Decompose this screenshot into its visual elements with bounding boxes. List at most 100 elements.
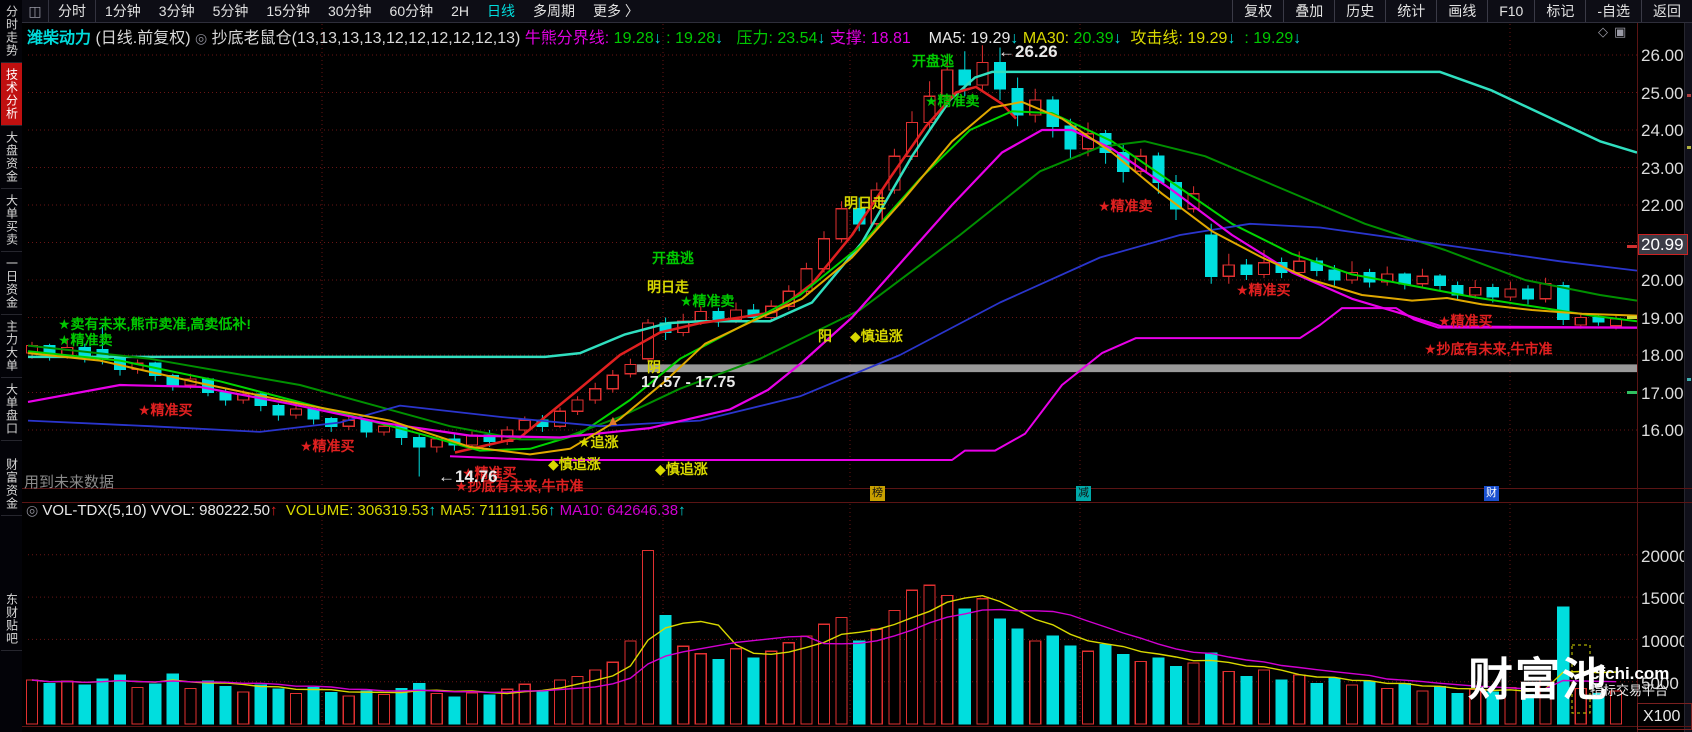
volume-bar	[1099, 643, 1112, 725]
volume-bar	[25, 679, 39, 725]
overlay-line-envelope-upper	[28, 70, 1637, 359]
watermark: 财富池 cfchi.com 指标交易平台	[1468, 654, 1669, 705]
right-scrollbar[interactable]	[1684, 22, 1692, 732]
volume-bar	[1169, 665, 1183, 725]
volume-bar	[765, 650, 778, 725]
volume-chart-canvas[interactable]	[22, 502, 1637, 726]
candle-body	[413, 436, 426, 448]
period-tab-3[interactable]: 5分钟	[204, 0, 258, 22]
toolbar-button-6[interactable]: 标记	[1534, 0, 1585, 22]
more-periods-button[interactable]: 更多 〉	[584, 0, 648, 22]
candle-body	[518, 419, 531, 431]
sidebar-tab-1[interactable]: 技术分析	[0, 63, 22, 126]
axis-indicator-dash	[1627, 316, 1637, 319]
volume-bar	[465, 692, 479, 725]
overlay-line-ma-magenta	[27, 128, 1637, 439]
volume-bar	[342, 695, 355, 725]
toolbar-button-3[interactable]: 统计	[1385, 0, 1436, 22]
toolbar-right-buttons: 复权 叠加 历史 统计 画线 F10 标记 -自选 返回	[1232, 0, 1692, 22]
chart-annotation: ◆慎追涨	[548, 456, 601, 472]
header-text-run: 18.81	[870, 30, 911, 47]
price-axis-label: 23.00	[1641, 159, 1684, 178]
sidebar-tab-8[interactable]: 东财贴吧	[0, 588, 22, 651]
kline-chart-canvas[interactable]	[22, 22, 1637, 488]
header-text-run: 抄底老鼠仓(13,13,13,13,12,12,12,12,12,13)	[207, 30, 525, 47]
volume-bar	[712, 659, 725, 725]
volume-bar	[1081, 650, 1095, 725]
toolbar-button-1[interactable]: 叠加	[1283, 0, 1334, 22]
sidebar-tab-7[interactable]: 财富资金	[0, 453, 22, 516]
period-tab-1[interactable]: 1分钟	[96, 0, 150, 22]
volume-bar	[43, 682, 56, 725]
header-text-run: ↑	[428, 502, 436, 519]
window-icon[interactable]: ▣	[1614, 24, 1632, 39]
toolbar-button-8[interactable]: 返回	[1641, 0, 1692, 22]
volume-bar	[659, 615, 672, 725]
period-tab-8[interactable]: 日线	[478, 0, 524, 22]
candle-body	[1222, 264, 1235, 277]
period-tab-5[interactable]: 30分钟	[319, 0, 381, 22]
header-text-run: 19.29	[1187, 30, 1228, 47]
period-tab-0[interactable]: 分时	[49, 0, 96, 22]
volume-bar	[1222, 670, 1235, 725]
chart-annotation: ★精准卖	[58, 332, 113, 348]
sidebar-tab-5[interactable]: 主力大单	[0, 315, 22, 378]
toolbar-button-5[interactable]: F10	[1487, 0, 1534, 22]
trading-terminal: ◫ 分时 1分钟 3分钟 5分钟 15分钟 30分钟 60分钟 2H 日线 多周期 更多 〉 复权 叠加历…	[0, 0, 1692, 732]
period-tab-7[interactable]: 2H	[442, 0, 478, 22]
candle-body	[571, 399, 584, 412]
left-sidebar: 分时走势 技术分析 大盘资金 大单买卖 一日资金 主力大单 大单盘口财富资金东财贴吧	[0, 0, 22, 732]
sidebar-tab-0[interactable]: 分时走势	[0, 0, 22, 63]
volume-bar	[201, 680, 215, 725]
indicator-toggle-icon[interactable]: ◎	[195, 30, 207, 46]
event-badge[interactable]: 减	[1076, 486, 1091, 501]
volume-bar	[131, 687, 144, 725]
watermark-domain: cfchi.com	[1590, 664, 1670, 683]
volume-bar	[923, 584, 936, 725]
sidebar-tab-6[interactable]: 大单盘口	[0, 378, 22, 441]
candle-body	[1574, 316, 1587, 326]
sidebar-tab-4[interactable]: 一日资金	[0, 252, 22, 315]
candle-body	[1486, 286, 1499, 298]
price-axis-label: 24.00	[1641, 121, 1684, 140]
pane-corner-icons[interactable]: ◇▣	[1598, 24, 1632, 40]
toolbar-button-0[interactable]: 复权	[1232, 0, 1283, 22]
volume-bar	[272, 688, 285, 725]
sidebar-tab-3[interactable]: 大单买卖	[0, 189, 22, 252]
price-axis-label: 17.00	[1641, 384, 1684, 403]
period-tab-2[interactable]: 3分钟	[150, 0, 204, 22]
volume-bar	[1152, 657, 1165, 725]
volume-bar	[1433, 686, 1447, 725]
volume-indicator-header: ◎ VOL-TDX(5,10) VVOL: 980222.50↑ VOLUME:…	[26, 502, 686, 519]
period-tab-6[interactable]: 60分钟	[381, 0, 443, 22]
volume-bar	[1134, 660, 1147, 725]
toolbar-button-7[interactable]: -自选	[1585, 0, 1641, 22]
volume-bar	[624, 640, 637, 725]
volume-bar	[589, 669, 602, 725]
chart-annotation: ★精准买	[138, 402, 193, 418]
volume-axis-label: 10000	[1641, 632, 1689, 651]
watermark-logo: 财富池	[1468, 654, 1610, 705]
volume-bar	[817, 623, 831, 725]
toolbar-button-4[interactable]: 画线	[1436, 0, 1487, 22]
period-tab-9[interactable]: 多周期	[524, 0, 584, 22]
diamond-icon[interactable]: ◇	[1598, 24, 1614, 39]
event-badge[interactable]: 财	[1484, 486, 1499, 501]
volume-bar	[413, 682, 426, 725]
candle-body	[1469, 286, 1482, 296]
header-text-run: 19.28	[675, 30, 716, 47]
window-split-icon[interactable]: ◫	[22, 0, 49, 22]
toolbar-button-2[interactable]: 历史	[1334, 0, 1385, 22]
candle-body	[377, 425, 391, 433]
sidebar-tab-2[interactable]: 大盘资金	[0, 126, 22, 189]
volume-bar	[888, 610, 901, 725]
period-tab-4[interactable]: 15分钟	[257, 0, 319, 22]
volume-bar	[78, 684, 91, 725]
header-text-run: 压力:	[723, 30, 778, 47]
kpane-bottom-border	[22, 488, 1692, 489]
volume-bar	[1064, 645, 1077, 725]
price-axis-label: 22.00	[1641, 196, 1684, 215]
indicator-toggle-icon[interactable]: ◎	[26, 502, 38, 518]
event-badge[interactable]: 榜	[870, 486, 885, 501]
header-text-run: 19.28	[613, 30, 654, 47]
